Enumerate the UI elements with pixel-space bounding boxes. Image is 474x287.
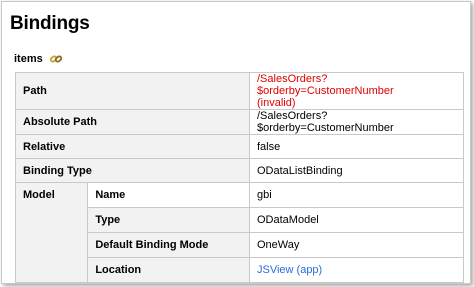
table-row-absolute-path: Absolute Path /SalesOrders?$orderby=Cust… xyxy=(15,109,464,135)
default-binding-mode-value: OneWay xyxy=(249,232,464,258)
bindings-panel: Bindings items Path /SalesOrders?$orderb… xyxy=(1,1,471,284)
binding-type-value: ODataListBinding xyxy=(249,158,464,183)
chain-link-icon xyxy=(49,52,63,66)
path-invalid-text: (invalid) xyxy=(257,97,296,109)
table-row-model-binding-mode: Default Binding Mode OneWay xyxy=(14,232,464,258)
model-label: Model xyxy=(14,182,89,208)
path-label: Path xyxy=(15,72,250,110)
table-row-model-location: Location JSView (app) xyxy=(14,257,464,283)
table-row-relative: Relative false xyxy=(15,134,464,159)
absolute-path-value: /SalesOrders?$orderby=CustomerNumber xyxy=(249,109,464,135)
model-name-value: gbi xyxy=(249,182,464,208)
binding-properties-table: Path /SalesOrders?$orderby=CustomerNumbe… xyxy=(14,72,464,283)
model-type-value: ODataModel xyxy=(249,207,464,233)
relative-value: false xyxy=(249,134,464,159)
path-value: /SalesOrders?$orderby=CustomerNumber (in… xyxy=(249,72,464,110)
path-value-text: /SalesOrders?$orderby=CustomerNumber xyxy=(257,73,394,97)
section-label: items xyxy=(14,53,43,65)
location-label: Location xyxy=(87,257,250,283)
binding-type-label: Binding Type xyxy=(15,158,250,183)
model-type-label: Type xyxy=(87,207,250,233)
location-link[interactable]: JSView (app) xyxy=(249,257,464,283)
model-name-label: Name xyxy=(87,182,250,208)
model-indent xyxy=(14,207,89,233)
table-row-model-name: Model Name gbi xyxy=(14,182,464,208)
binding-section-header: items xyxy=(14,51,63,67)
table-row-path: Path /SalesOrders?$orderby=CustomerNumbe… xyxy=(15,72,464,110)
page-title: Bindings xyxy=(10,13,90,34)
model-indent xyxy=(14,257,89,283)
absolute-path-label: Absolute Path xyxy=(15,109,250,135)
default-binding-mode-label: Default Binding Mode xyxy=(87,232,250,258)
table-row-binding-type: Binding Type ODataListBinding xyxy=(15,158,464,183)
model-indent xyxy=(14,232,89,258)
relative-label: Relative xyxy=(15,134,250,159)
table-row-model-type: Type ODataModel xyxy=(14,207,464,233)
